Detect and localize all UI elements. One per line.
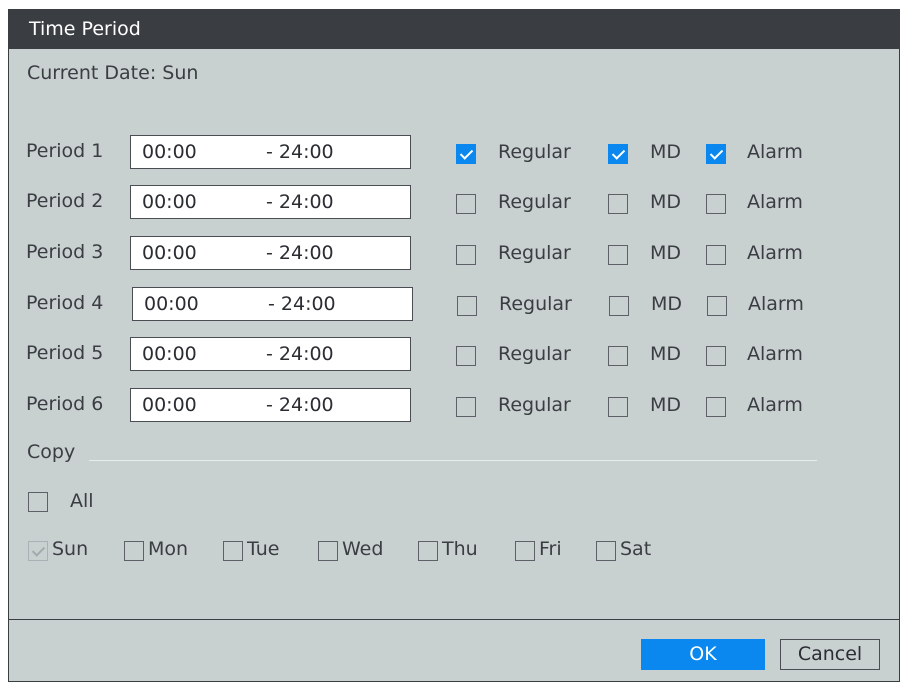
- period-start-time[interactable]: 00:00: [142, 237, 197, 269]
- regular-label: Regular: [498, 141, 571, 163]
- md-checkbox[interactable]: [608, 194, 628, 214]
- period-label: Period 6: [26, 393, 104, 415]
- ok-button[interactable]: OK: [641, 639, 765, 670]
- period-time-input[interactable]: 00:00 - 24:00: [132, 287, 413, 321]
- period-start-time[interactable]: 00:00: [142, 338, 197, 370]
- md-checkbox[interactable]: [608, 346, 628, 366]
- time-period-dialog: Time Period Current Date: Sun Period 1 00…: [8, 9, 900, 682]
- period-time-input[interactable]: 00:00 - 24:00: [130, 185, 411, 219]
- copy-day-checkbox-mon[interactable]: [124, 541, 144, 561]
- dialog-title: Time Period: [9, 10, 899, 49]
- copy-day-label-tue: Tue: [247, 538, 280, 560]
- period-time-input[interactable]: 00:00 - 24:00: [130, 236, 411, 270]
- alarm-label: Alarm: [747, 394, 803, 416]
- period-row-6: Period 6 00:00 - 24:00 Regular MD Alarm: [9, 388, 899, 422]
- period-label: Period 3: [26, 241, 104, 263]
- copy-day-checkbox-sat[interactable]: [596, 541, 616, 561]
- copy-section-label: Copy: [27, 441, 76, 463]
- regular-label: Regular: [498, 191, 571, 213]
- regular-checkbox[interactable]: [456, 144, 476, 164]
- copy-day-checkbox-sun: [28, 541, 48, 561]
- current-date: Current Date: Sun: [27, 62, 198, 84]
- copy-day-label-fri: Fri: [539, 538, 562, 560]
- alarm-label: Alarm: [747, 191, 803, 213]
- md-checkbox[interactable]: [609, 296, 629, 316]
- regular-label: Regular: [499, 293, 572, 315]
- period-label: Period 4: [26, 292, 104, 314]
- period-start-time[interactable]: 00:00: [142, 136, 197, 168]
- md-checkbox[interactable]: [608, 245, 628, 265]
- md-label: MD: [650, 343, 682, 365]
- copy-day-label-sat: Sat: [620, 538, 652, 560]
- copy-day-label-thu: Thu: [442, 538, 478, 560]
- regular-checkbox[interactable]: [457, 296, 477, 316]
- period-label: Period 2: [26, 190, 104, 212]
- period-row-1: Period 1 00:00 - 24:00 Regular MD Alarm: [9, 135, 899, 169]
- period-end-time[interactable]: - 24:00: [266, 136, 334, 168]
- cancel-button[interactable]: Cancel: [780, 639, 880, 670]
- copy-day-label-wed: Wed: [342, 538, 384, 560]
- period-label: Period 5: [26, 342, 104, 364]
- regular-label: Regular: [498, 343, 571, 365]
- period-start-time[interactable]: 00:00: [144, 288, 199, 320]
- alarm-label: Alarm: [747, 141, 803, 163]
- current-date-value: Sun: [162, 62, 199, 84]
- regular-label: Regular: [498, 242, 571, 264]
- copy-day-checkbox-tue[interactable]: [223, 541, 243, 561]
- period-row-5: Period 5 00:00 - 24:00 Regular MD Alarm: [9, 337, 899, 371]
- alarm-checkbox[interactable]: [706, 245, 726, 265]
- period-row-2: Period 2 00:00 - 24:00 Regular MD Alarm: [9, 185, 899, 219]
- period-time-input[interactable]: 00:00 - 24:00: [130, 135, 411, 169]
- copy-all-checkbox[interactable]: [28, 492, 48, 512]
- alarm-label: Alarm: [748, 293, 804, 315]
- period-time-input[interactable]: 00:00 - 24:00: [130, 337, 411, 371]
- regular-checkbox[interactable]: [456, 397, 476, 417]
- footer-divider: [9, 619, 899, 620]
- alarm-checkbox[interactable]: [706, 194, 726, 214]
- md-label: MD: [650, 242, 682, 264]
- alarm-checkbox[interactable]: [706, 144, 726, 164]
- period-row-4: Period 4 00:00 - 24:00 Regular MD Alarm: [9, 287, 899, 321]
- regular-label: Regular: [498, 394, 571, 416]
- regular-checkbox[interactable]: [456, 346, 476, 366]
- period-row-3: Period 3 00:00 - 24:00 Regular MD Alarm: [9, 236, 899, 270]
- md-label: MD: [650, 394, 682, 416]
- period-start-time[interactable]: 00:00: [142, 389, 197, 421]
- regular-checkbox[interactable]: [456, 245, 476, 265]
- current-date-label: Current Date:: [27, 62, 157, 84]
- copy-divider: [89, 460, 817, 461]
- copy-day-checkbox-thu[interactable]: [418, 541, 438, 561]
- period-end-time[interactable]: - 24:00: [268, 288, 336, 320]
- copy-day-checkbox-fri[interactable]: [515, 541, 535, 561]
- alarm-label: Alarm: [747, 242, 803, 264]
- regular-checkbox[interactable]: [456, 194, 476, 214]
- copy-day-label-mon: Mon: [148, 538, 189, 560]
- copy-day-checkbox-wed[interactable]: [318, 541, 338, 561]
- md-label: MD: [650, 191, 682, 213]
- period-label: Period 1: [26, 140, 104, 162]
- copy-all-label: All: [70, 490, 94, 512]
- period-end-time[interactable]: - 24:00: [266, 338, 334, 370]
- copy-day-label-sun: Sun: [52, 538, 89, 560]
- md-checkbox[interactable]: [608, 397, 628, 417]
- alarm-label: Alarm: [747, 343, 803, 365]
- alarm-checkbox[interactable]: [706, 397, 726, 417]
- md-label: MD: [651, 293, 683, 315]
- period-time-input[interactable]: 00:00 - 24:00: [130, 388, 411, 422]
- period-start-time[interactable]: 00:00: [142, 186, 197, 218]
- alarm-checkbox[interactable]: [707, 296, 727, 316]
- alarm-checkbox[interactable]: [706, 346, 726, 366]
- period-end-time[interactable]: - 24:00: [266, 237, 334, 269]
- period-end-time[interactable]: - 24:00: [266, 186, 334, 218]
- period-end-time[interactable]: - 24:00: [266, 389, 334, 421]
- md-checkbox[interactable]: [608, 144, 628, 164]
- md-label: MD: [650, 141, 682, 163]
